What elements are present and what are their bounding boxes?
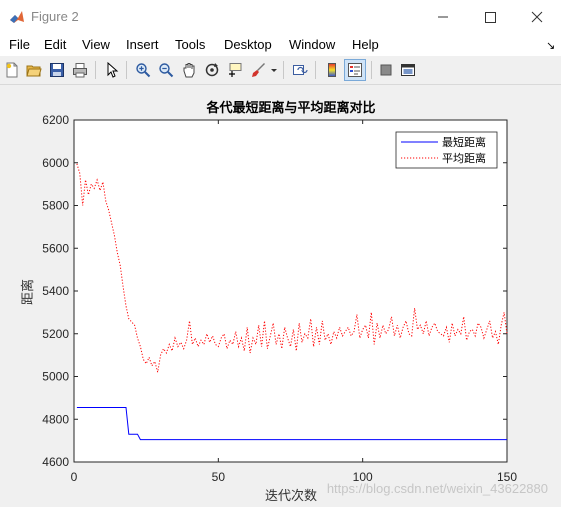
chart-title: 各代最短距离与平均距离对比 [205,100,375,116]
y-tick-label: 5400 [42,284,69,298]
legend-entry-label: 平均距离 [442,151,486,165]
menu-bar: File Edit View Insert Tools Desktop Wind… [0,34,561,56]
y-axis-label: 距离 [20,279,36,305]
show-plot-tools-icon[interactable] [400,62,416,78]
menu-window[interactable]: Window [289,37,335,52]
print-icon[interactable] [72,62,88,78]
close-icon [531,11,543,23]
watermark-text: https://blog.csdn.net/weixin_43622880 [327,481,548,496]
legend-icon [348,63,362,77]
pan-icon[interactable] [181,62,197,78]
x-axis-label: 迭代次数 [265,488,317,504]
y-tick-label: 5000 [42,370,69,384]
y-tick-label: 5600 [42,241,69,255]
toolbar-separator [95,61,96,79]
maximize-button[interactable] [467,4,513,30]
zoom-out-icon[interactable] [158,62,174,78]
y-tick-label: 6200 [42,113,69,127]
window-title-bar: Figure 2 [0,0,561,34]
y-tick-label: 5800 [42,199,69,213]
toolbar-separator [371,61,372,79]
toolbar-separator [283,61,284,79]
y-tick-label: 6000 [42,156,69,170]
menu-view[interactable]: View [82,37,110,52]
save-icon[interactable] [49,62,65,78]
link-plot-icon[interactable] [292,62,308,78]
x-tick-label: 50 [212,470,226,484]
plot-box [73,119,508,463]
menu-desktop[interactable]: Desktop [224,37,272,52]
pointer-icon[interactable] [104,62,120,78]
legend-entry-label: 最短距离 [442,135,486,149]
menu-edit[interactable]: Edit [44,37,66,52]
toolbar-separator [315,61,316,79]
colorbar-icon[interactable] [324,62,340,78]
minimize-button[interactable] [420,4,466,30]
x-tick-label: 0 [71,470,78,484]
brush-icon[interactable] [250,62,266,78]
figure-canvas: 各代最短距离与平均距离对比 4600 4800 5000 5200 5400 5600 58… [20,100,548,504]
hide-plot-tools-icon[interactable] [378,62,394,78]
menu-insert[interactable]: Insert [126,37,159,52]
plot-axes: 4600480050005200540056005800600062000 50 1… [42,113,517,484]
brush-dropdown-icon[interactable] [269,62,279,78]
y-tick-label: 4800 [42,412,69,426]
close-button[interactable] [514,4,560,30]
dock-arrow-icon[interactable]: ↘ [546,39,555,52]
new-figure-icon[interactable] [4,62,20,78]
window-title: Figure 2 [31,9,79,24]
y-tick-label: 4600 [42,455,69,469]
menu-file[interactable]: File [9,37,30,52]
data-cursor-icon[interactable] [227,62,243,78]
zoom-in-icon[interactable] [135,62,151,78]
menu-help[interactable]: Help [352,37,379,52]
maximize-icon [485,12,496,23]
toolbar-separator [126,61,127,79]
legend-toggle-button[interactable] [344,59,366,81]
matlab-app-icon [10,11,24,23]
minimize-icon [438,16,448,18]
y-tick-label: 5200 [42,327,69,341]
open-icon[interactable] [26,62,42,78]
menu-tools[interactable]: Tools [175,37,205,52]
figure-toolbar [0,56,561,85]
rotate-icon[interactable] [204,62,220,78]
